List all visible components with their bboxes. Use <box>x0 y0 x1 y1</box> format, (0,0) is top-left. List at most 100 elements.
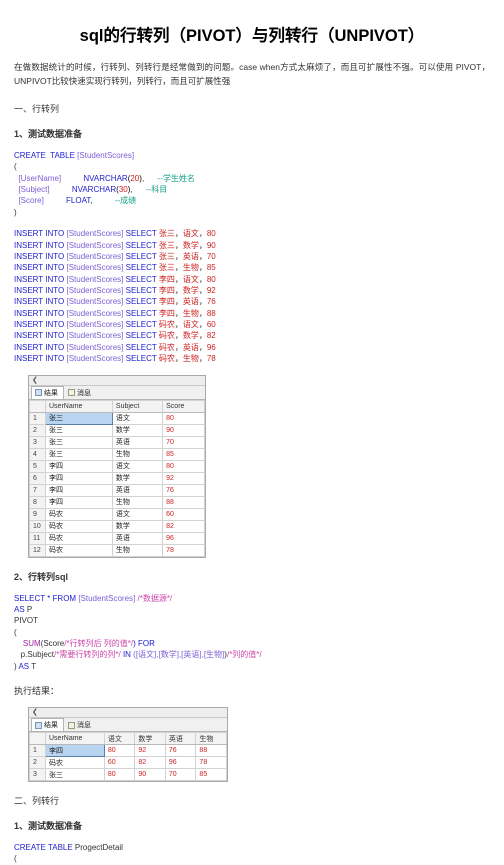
row-number[interactable]: 4 <box>29 447 46 461</box>
collapse-arrow-icon[interactable]: ❮ <box>32 376 38 386</box>
cell-score[interactable]: 96 <box>162 531 205 545</box>
cell-username[interactable]: 李四 <box>45 744 105 758</box>
cell-score[interactable]: 80 <box>162 411 205 425</box>
cell-score[interactable]: 70 <box>162 435 205 449</box>
cell-english[interactable]: 96 <box>164 756 197 770</box>
insert-name: 码农 <box>158 331 175 341</box>
grid-splitter-2[interactable]: ❮ <box>29 708 227 719</box>
table-row[interactable]: 11 码农 英语 96 <box>29 531 205 545</box>
cell-subject[interactable]: 语文 <box>111 411 164 425</box>
cell-username[interactable]: 码农 <box>45 519 113 533</box>
table-row[interactable]: 8 李四 生物 88 <box>29 495 205 509</box>
row-number[interactable]: 2 <box>29 423 46 437</box>
row-number[interactable]: 5 <box>29 459 46 473</box>
cell-username[interactable]: 李四 <box>45 495 113 509</box>
cell-subject[interactable]: 语文 <box>111 459 164 473</box>
row-number[interactable]: 12 <box>29 543 46 557</box>
cell-chinese[interactable]: 80 <box>103 768 136 782</box>
tab-results-2[interactable]: 结果 <box>31 718 64 732</box>
table-row[interactable]: 7 李四 英语 76 <box>29 483 205 497</box>
cell-subject[interactable]: 数学 <box>111 471 164 485</box>
cell-username[interactable]: 李四 <box>45 459 113 473</box>
cell-score[interactable]: 78 <box>162 543 205 557</box>
cell-subject[interactable]: 生物 <box>111 495 164 509</box>
column-header[interactable]: UserName <box>45 732 105 746</box>
cell-username[interactable]: 李四 <box>45 483 113 497</box>
cell-username[interactable]: 张三 <box>45 435 113 449</box>
cell-biology[interactable]: 88 <box>195 744 227 758</box>
collapse-arrow-icon-2[interactable]: ❮ <box>32 708 38 718</box>
row-number[interactable]: 1 <box>29 744 46 758</box>
cell-chinese[interactable]: 80 <box>103 744 136 758</box>
row-number[interactable]: 9 <box>29 507 46 521</box>
cell-subject[interactable]: 数学 <box>111 519 164 533</box>
cell-subject[interactable]: 英语 <box>111 483 164 497</box>
cell-score[interactable]: 82 <box>162 519 205 533</box>
table-row[interactable]: 1 张三 语文 80 <box>29 411 205 425</box>
cell-biology[interactable]: 85 <box>195 768 227 782</box>
table-row[interactable]: 4 张三 生物 85 <box>29 447 205 461</box>
row-number[interactable]: 11 <box>29 531 46 545</box>
row-number[interactable]: 3 <box>29 768 46 782</box>
cell-score[interactable]: 60 <box>162 507 205 521</box>
cell-username[interactable]: 码农 <box>45 543 113 557</box>
table-row[interactable]: 2 张三 数学 90 <box>29 423 205 437</box>
table-row[interactable]: 12 码农 生物 78 <box>29 543 205 557</box>
cell-subject[interactable]: 语文 <box>111 507 164 521</box>
row-number[interactable]: 6 <box>29 471 46 485</box>
cell-username[interactable]: 码农 <box>45 507 113 521</box>
column-header[interactable] <box>29 399 46 413</box>
cell-username[interactable]: 张三 <box>45 411 113 425</box>
cell-math[interactable]: 90 <box>134 768 166 782</box>
tab-messages-1[interactable]: 消息 <box>64 386 97 399</box>
cell-biology[interactable]: 78 <box>195 756 227 770</box>
column-header[interactable]: UserName <box>45 399 113 413</box>
table-row[interactable]: 10 码农 数学 82 <box>29 519 205 533</box>
cell-math[interactable]: 92 <box>134 744 166 758</box>
cell-score[interactable]: 85 <box>162 447 205 461</box>
column-header[interactable]: 生物 <box>195 732 227 746</box>
cell-score[interactable]: 90 <box>162 423 205 437</box>
cell-score[interactable]: 80 <box>162 459 205 473</box>
row-number[interactable]: 7 <box>29 483 46 497</box>
cell-score[interactable]: 76 <box>162 483 205 497</box>
table-row[interactable]: 2 码农 60 82 96 78 <box>29 756 227 770</box>
column-header[interactable]: Subject <box>111 399 164 413</box>
cell-username[interactable]: 张三 <box>45 447 113 461</box>
column-header[interactable]: 英语 <box>164 732 197 746</box>
grid-splitter-1[interactable]: ❮ <box>29 375 205 386</box>
row-number[interactable]: 8 <box>29 495 46 509</box>
column-header[interactable]: Score <box>162 399 205 413</box>
column-header[interactable] <box>29 732 46 746</box>
cell-math[interactable]: 82 <box>134 756 166 770</box>
cell-username[interactable]: 张三 <box>45 768 105 782</box>
table-row[interactable]: 9 码农 语文 60 <box>29 507 205 521</box>
cell-english[interactable]: 76 <box>164 744 197 758</box>
table-row[interactable]: 6 李四 数学 92 <box>29 471 205 485</box>
cell-chinese[interactable]: 60 <box>103 756 136 770</box>
row-number[interactable]: 10 <box>29 519 46 533</box>
cell-username[interactable]: 张三 <box>45 423 113 437</box>
cell-username[interactable]: 码农 <box>45 756 105 770</box>
cell-subject[interactable]: 生物 <box>111 447 164 461</box>
cell-username[interactable]: 码农 <box>45 531 113 545</box>
cell-subject[interactable]: 英语 <box>111 531 164 545</box>
cell-english[interactable]: 70 <box>164 768 197 782</box>
row-number[interactable]: 1 <box>29 411 46 425</box>
table-row[interactable]: 3 张三 80 90 70 85 <box>29 768 227 782</box>
cell-score[interactable]: 88 <box>162 495 205 509</box>
table-row[interactable]: 1 李四 80 92 76 88 <box>29 744 227 758</box>
cell-subject[interactable]: 英语 <box>111 435 164 449</box>
column-header[interactable]: 语文 <box>103 732 136 746</box>
tab-messages-2[interactable]: 消息 <box>64 718 97 731</box>
row-number[interactable]: 3 <box>29 435 46 449</box>
cell-username[interactable]: 李四 <box>45 471 113 485</box>
column-header[interactable]: 数学 <box>134 732 166 746</box>
table-row[interactable]: 3 张三 英语 70 <box>29 435 205 449</box>
tab-results-1[interactable]: 结果 <box>31 385 64 399</box>
cell-score[interactable]: 92 <box>162 471 205 485</box>
cell-subject[interactable]: 生物 <box>111 543 164 557</box>
cell-subject[interactable]: 数学 <box>111 423 164 437</box>
row-number[interactable]: 2 <box>29 756 46 770</box>
table-row[interactable]: 5 李四 语文 80 <box>29 459 205 473</box>
